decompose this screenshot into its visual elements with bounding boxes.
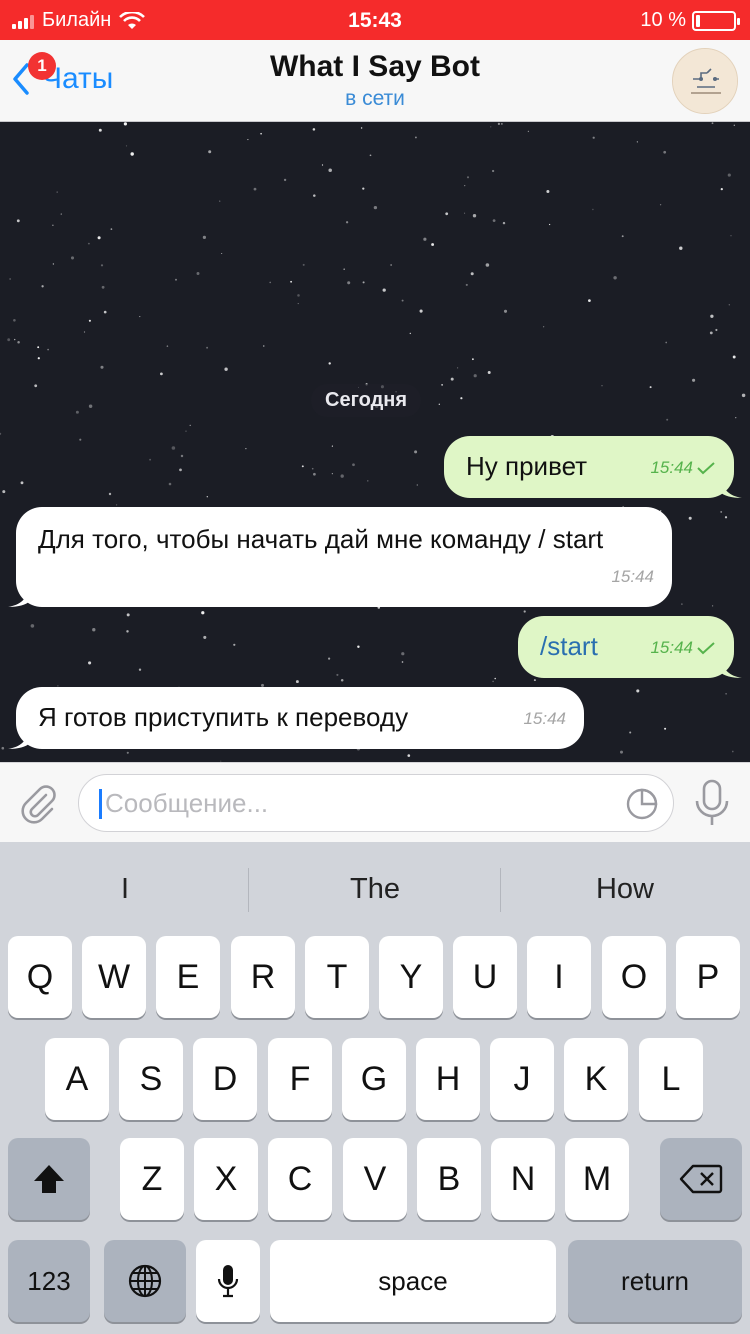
message-time: 15:44	[611, 567, 654, 586]
battery-icon	[692, 10, 740, 31]
key-o[interactable]: O	[602, 936, 666, 1018]
globe-icon	[128, 1264, 162, 1298]
key-k[interactable]: K	[564, 1038, 628, 1120]
numbers-key-label: 123	[27, 1266, 71, 1296]
key-n[interactable]: N	[491, 1138, 555, 1220]
key-d[interactable]: D	[193, 1038, 257, 1120]
microphone-icon[interactable]	[692, 777, 732, 829]
key-f[interactable]: F	[268, 1038, 332, 1120]
paperclip-icon[interactable]	[16, 781, 60, 825]
globe-key[interactable]	[104, 1240, 186, 1322]
key-g[interactable]: G	[342, 1038, 406, 1120]
return-key[interactable]: return	[568, 1240, 742, 1322]
key-w[interactable]: W	[82, 936, 146, 1018]
message-text: Для того, чтобы начать дай мне команду /…	[38, 524, 604, 554]
message-bubble-incoming[interactable]: Я готов приступить к переводу 15:44	[8, 687, 584, 749]
keyboard: I The How QWERTYUIOPASDFGHJKLZXCVBNM 123	[0, 842, 750, 1334]
chat-header: Чаты 1 What I Say Bot в сети	[0, 40, 750, 122]
key-c[interactable]: C	[268, 1138, 332, 1220]
key-a[interactable]: A	[45, 1038, 109, 1120]
dictation-key[interactable]	[196, 1240, 260, 1322]
bubble-tail	[8, 727, 30, 749]
key-p[interactable]: P	[676, 936, 740, 1018]
space-key-label: space	[378, 1266, 448, 1296]
shift-icon	[34, 1165, 64, 1193]
battery-percent: 10 %	[640, 9, 686, 31]
bubble-tail	[720, 476, 742, 498]
key-e[interactable]: E	[156, 936, 220, 1018]
backspace-key[interactable]	[660, 1138, 742, 1220]
read-check-icon	[697, 461, 715, 474]
message-text: Я готов приступить к переводу	[38, 702, 409, 732]
key-b[interactable]: B	[417, 1138, 481, 1220]
key-r[interactable]: R	[231, 936, 295, 1018]
suggestion-bar: I The How	[0, 842, 750, 936]
message-field[interactable]	[78, 774, 674, 832]
key-m[interactable]: M	[565, 1138, 629, 1220]
space-key[interactable]: space	[270, 1240, 556, 1322]
bot-avatar[interactable]	[672, 48, 738, 114]
message-bubble-outgoing[interactable]: Ну привет 15:44	[444, 436, 742, 498]
message-bubble-outgoing[interactable]: /start 15:44	[518, 616, 742, 678]
suggestion-2[interactable]: The	[250, 842, 500, 936]
message-bubble-incoming[interactable]: Для того, чтобы начать дай мне команду /…	[8, 507, 672, 607]
suggestion-3[interactable]: How	[500, 842, 750, 936]
chat-area[interactable]: Сегодня Ну привет 15:44 Для того, чтобы …	[0, 122, 750, 762]
shift-key[interactable]	[8, 1138, 90, 1220]
key-y[interactable]: Y	[379, 936, 443, 1018]
read-check-icon	[697, 641, 715, 654]
sticker-icon[interactable]	[625, 787, 659, 821]
bot-logo-icon	[673, 49, 737, 113]
message-text: /start	[540, 631, 598, 661]
message-time: 15:44	[650, 629, 716, 666]
key-s[interactable]: S	[119, 1038, 183, 1120]
key-u[interactable]: U	[453, 936, 517, 1018]
key-z[interactable]: Z	[120, 1138, 184, 1220]
chat-title[interactable]: What I Say Bot	[0, 50, 750, 84]
status-bar: Билайн 15:43 10 %	[0, 0, 750, 40]
bubble-tail	[8, 585, 30, 607]
numbers-key[interactable]: 123	[8, 1240, 90, 1322]
key-q[interactable]: Q	[8, 936, 72, 1018]
backspace-icon	[679, 1164, 723, 1194]
chat-status: в сети	[345, 87, 405, 110]
message-input-bar	[0, 762, 750, 842]
text-caret	[99, 789, 102, 819]
key-l[interactable]: L	[639, 1038, 703, 1120]
date-separator: Сегодня	[311, 384, 422, 417]
suggestion-1[interactable]: I	[0, 842, 250, 936]
microphone-icon	[217, 1265, 239, 1298]
message-input[interactable]	[105, 775, 605, 831]
status-time: 15:43	[348, 9, 402, 32]
message-text: Ну привет	[466, 451, 588, 481]
key-i[interactable]: I	[527, 936, 591, 1018]
key-j[interactable]: J	[490, 1038, 554, 1120]
return-key-label: return	[621, 1266, 689, 1296]
message-time: 15:44	[650, 449, 716, 486]
status-right: 10 %	[640, 9, 740, 32]
key-x[interactable]: X	[194, 1138, 258, 1220]
key-v[interactable]: V	[343, 1138, 407, 1220]
battery-fill	[696, 14, 700, 27]
key-t[interactable]: T	[305, 936, 369, 1018]
key-h[interactable]: H	[416, 1038, 480, 1120]
suggestion-divider	[248, 868, 249, 912]
message-time: 15:44	[523, 709, 566, 728]
bubble-tail	[720, 656, 742, 678]
